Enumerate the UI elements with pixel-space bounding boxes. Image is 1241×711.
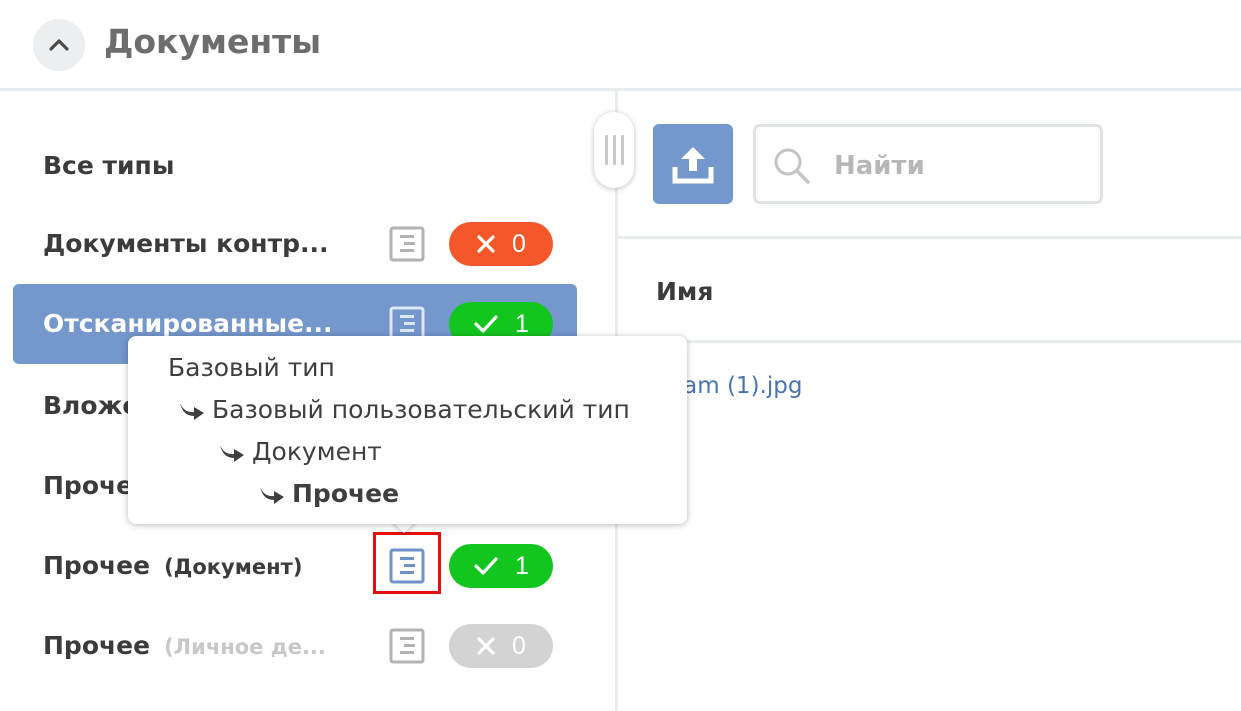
badge-count: 1 — [515, 551, 529, 580]
tree-label: Документ — [252, 437, 382, 466]
curved-arrow-icon — [220, 445, 244, 462]
type-hierarchy-tooltip: Базовый тип Базовый пользовательский тип… — [128, 336, 687, 524]
grip-line — [620, 135, 624, 165]
column-header-name[interactable]: Имя — [656, 272, 713, 312]
badge-count: 0 — [512, 631, 526, 660]
search-box[interactable] — [753, 124, 1103, 204]
empty-count-badge[interactable]: 0 — [449, 624, 553, 668]
badge-count: 0 — [512, 229, 526, 258]
cross-icon — [477, 235, 495, 253]
cross-icon — [477, 637, 495, 655]
table-header-border — [618, 236, 1241, 239]
type-label: Вложе — [43, 391, 140, 420]
badge-count: 1 — [515, 309, 529, 338]
type-label: Документы контр... — [43, 229, 329, 258]
page-header: Документы — [0, 0, 1241, 91]
type-label: Все типы — [43, 151, 175, 180]
type-label: Прочее (Личное де... — [43, 606, 326, 686]
chevron-up-icon — [49, 39, 69, 51]
type-parent: (Личное де... — [164, 635, 326, 659]
type-row-contract-docs[interactable]: Документы контр... 0 — [13, 204, 577, 284]
grip-line — [604, 135, 608, 165]
curved-arrow-icon — [180, 403, 204, 420]
tree-level-1: Базовый пользовательский тип — [178, 389, 630, 431]
search-icon — [774, 148, 810, 184]
table-row-border — [618, 340, 1241, 343]
error-count-badge[interactable]: 0 — [449, 222, 553, 266]
ok-count-badge[interactable]: 1 — [449, 544, 553, 588]
tree-label: Базовый тип — [168, 353, 335, 382]
upload-icon — [672, 147, 714, 184]
highlight-box — [373, 532, 441, 594]
type-hierarchy-icon[interactable] — [389, 226, 425, 262]
curved-arrow-icon — [260, 487, 284, 504]
type-parent: (Документ) — [164, 555, 303, 579]
splitter-handle[interactable] — [594, 112, 634, 188]
collapse-button[interactable] — [33, 19, 85, 71]
type-name: Прочее — [43, 551, 151, 580]
tree-level-2: Документ — [218, 431, 382, 473]
tree-label: Базовый пользовательский тип — [212, 395, 630, 424]
tree-level-0: Базовый тип — [168, 347, 335, 389]
tree-level-3: Прочее — [258, 473, 399, 515]
type-label: Прочее (Документ) — [43, 526, 302, 606]
upload-button[interactable] — [653, 124, 733, 204]
page-title: Документы — [104, 22, 322, 61]
check-icon — [474, 315, 498, 333]
check-icon — [474, 557, 498, 575]
type-row-other-document[interactable]: Прочее (Документ) 1 — [13, 526, 577, 606]
type-row-other-personal[interactable]: Прочее (Личное де... 0 — [13, 606, 577, 686]
search-input[interactable] — [832, 145, 1086, 187]
tree-label: Прочее — [292, 479, 400, 508]
type-row-all[interactable]: Все типы — [13, 126, 577, 206]
type-hierarchy-icon[interactable] — [389, 628, 425, 664]
grip-line — [612, 135, 616, 165]
type-name: Прочее — [43, 631, 151, 660]
